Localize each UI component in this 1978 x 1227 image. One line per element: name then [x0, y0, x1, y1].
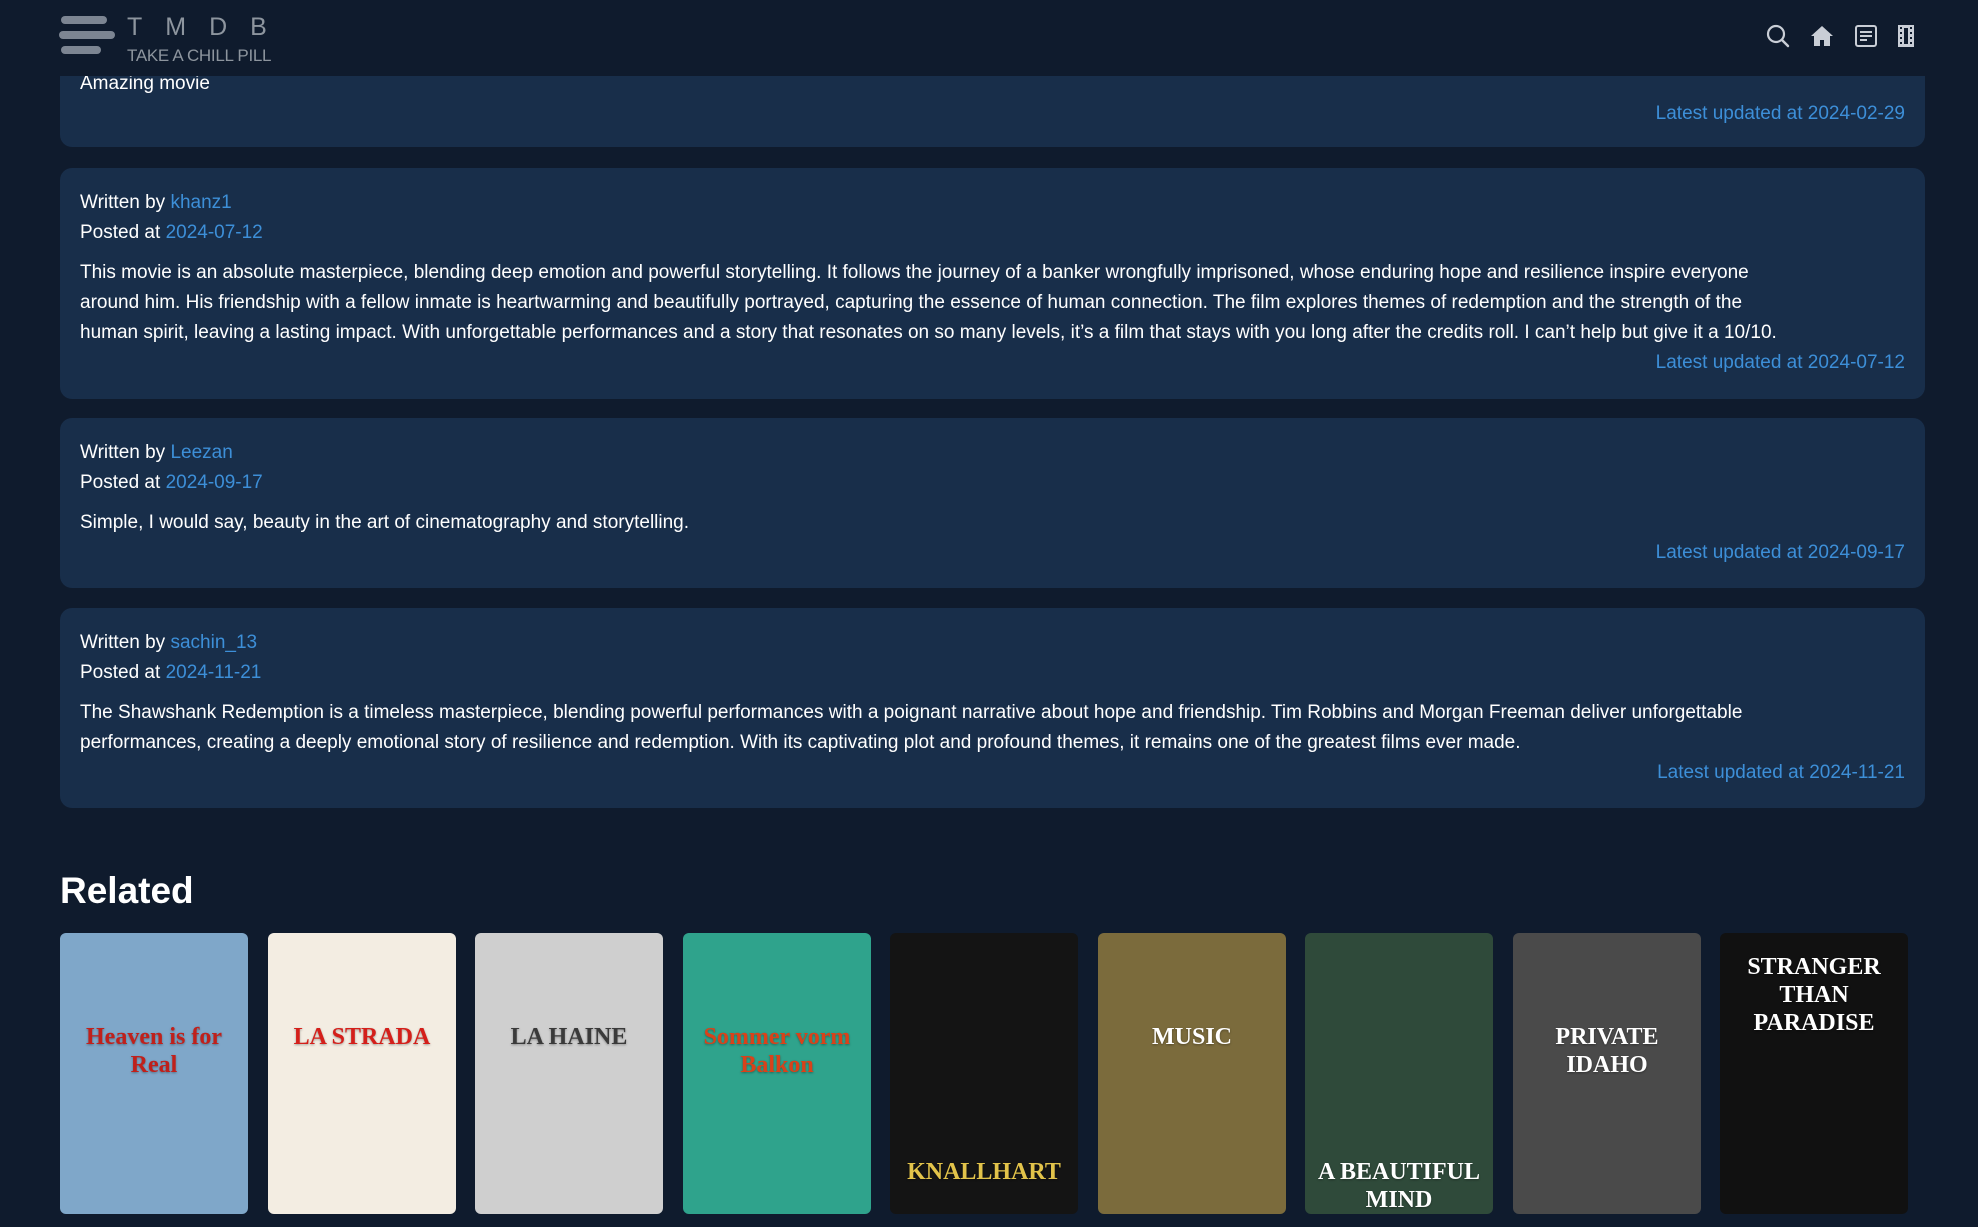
posted-at-label: Posted at [80, 472, 161, 493]
written-by-label: Written by [80, 442, 166, 463]
poster-title: Sommer vorm Balkon [703, 1024, 851, 1078]
review-author-link[interactable]: Leezan [170, 442, 232, 463]
review-posted-row: Posted at 2024-09-17 [80, 468, 1905, 498]
review-card: Written by khanz1 Posted at 2024-07-12 T… [60, 168, 1925, 399]
poster-title: KNALLHART [907, 1159, 1061, 1185]
related-poster[interactable]: LA STRADA [268, 933, 456, 1214]
review-author-row: Written by Leezan [80, 438, 1905, 468]
posted-at-label: Posted at [80, 662, 161, 683]
related-poster[interactable]: A BEAUTIFUL MIND [1305, 933, 1493, 1214]
related-poster[interactable]: Sommer vorm Balkon [683, 933, 871, 1214]
top-bar: TMDB TAKE A CHILL PILL [0, 0, 1978, 76]
related-poster[interactable]: PRIVATE IDAHO [1513, 933, 1701, 1214]
review-body: This movie is an absolute masterpiece, b… [80, 258, 1905, 348]
updated-date: 2024-09-17 [1807, 542, 1905, 563]
review-text-line: performances, creating a deeply emotiona… [80, 732, 1521, 753]
written-by-label: Written by [80, 632, 166, 653]
review-text-line: around him. His friendship with a fellow… [80, 292, 1743, 313]
review-posted-date: 2024-07-12 [165, 222, 263, 243]
search-icon[interactable] [1766, 24, 1790, 48]
posted-at-label: Posted at [80, 222, 161, 243]
related-poster[interactable]: STRANGER THAN PARADISE [1720, 933, 1908, 1214]
updated-label: Latest updated at [1655, 542, 1803, 563]
review-body: The Shawshank Redemption is a timeless m… [80, 698, 1905, 758]
poster-title: MUSIC [1151, 1024, 1232, 1050]
menu-icon[interactable] [59, 16, 115, 60]
updated-label: Latest updated at [1655, 352, 1803, 373]
film-icon[interactable] [1898, 25, 1914, 47]
review-updated: Latest updated at 2024-07-12 [80, 348, 1905, 378]
updated-label: Latest updated at [1655, 103, 1803, 124]
review-author-link[interactable]: khanz1 [170, 192, 231, 213]
review-updated: Latest updated at 2024-11-21 [80, 758, 1905, 788]
related-poster[interactable]: Heaven is for Real [60, 933, 248, 1214]
brand[interactable]: TMDB TAKE A CHILL PILL [127, 12, 290, 67]
brand-title: TMDB [127, 13, 290, 41]
poster-title: LA HAINE [510, 1024, 628, 1050]
list-icon[interactable] [1854, 24, 1878, 48]
review-posted-date: 2024-09-17 [165, 472, 263, 493]
nav-icons [1766, 24, 1914, 48]
review-posted-row: Posted at 2024-11-21 [80, 658, 1905, 688]
brand-tagline: TAKE A CHILL PILL [127, 46, 272, 65]
related-heading: Related [60, 870, 194, 911]
updated-date: 2024-02-29 [1807, 103, 1905, 124]
poster-title: A BEAUTIFUL MIND [1317, 1159, 1481, 1213]
review-text-line: Simple, I would say, beauty in the art o… [80, 512, 690, 533]
review-posted-date: 2024-11-21 [165, 662, 262, 683]
review-author-row: Written by sachin_13 [80, 628, 1905, 658]
review-updated: Latest updated at 2024-02-29 [80, 99, 1905, 129]
home-icon[interactable] [1810, 25, 1834, 47]
review-card: Written by sachin_13 Posted at 2024-11-2… [60, 608, 1925, 808]
poster-title: PRIVATE IDAHO [1555, 1024, 1659, 1078]
related-poster[interactable]: MUSIC [1098, 933, 1286, 1214]
poster-title: Heaven is for Real [86, 1024, 222, 1078]
updated-date: 2024-07-12 [1807, 352, 1905, 373]
poster-title: STRANGER THAN PARADISE [1747, 954, 1881, 1036]
related-poster[interactable]: KNALLHART [890, 933, 1078, 1214]
related-poster[interactable]: LA HAINE [475, 933, 663, 1214]
review-text-line: human spirit, leaving a lasting impact. … [80, 322, 1777, 343]
review-card: Written by Leezan Posted at 2024-09-17 S… [60, 418, 1925, 588]
review-author-row: Written by khanz1 [80, 188, 1905, 218]
updated-date: 2024-11-21 [1809, 762, 1905, 783]
written-by-label: Written by [80, 192, 166, 213]
review-posted-row: Posted at 2024-07-12 [80, 218, 1905, 248]
review-text-line: The Shawshank Redemption is a timeless m… [80, 702, 1743, 723]
updated-label: Latest updated at [1657, 762, 1804, 783]
review-body: Simple, I would say, beauty in the art o… [80, 508, 1905, 538]
review-author-link[interactable]: sachin_13 [170, 632, 257, 653]
review-updated: Latest updated at 2024-09-17 [80, 538, 1905, 568]
poster-title: LA STRADA [293, 1024, 431, 1050]
review-text-line: This movie is an absolute masterpiece, b… [80, 262, 1749, 283]
